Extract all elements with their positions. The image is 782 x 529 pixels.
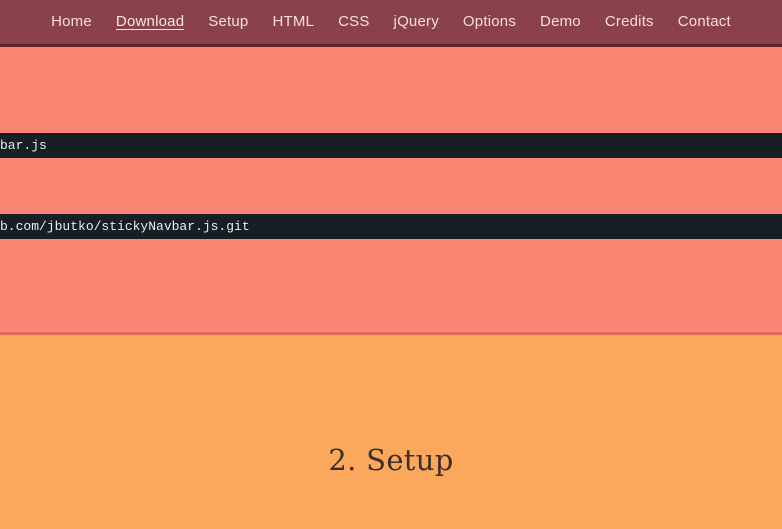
nav-link-css[interactable]: CSS [326,0,381,44]
nav-item-setup[interactable]: Setup [196,0,260,44]
nav-link-options[interactable]: Options [451,0,528,44]
sticky-navbar: Home Download Setup HTML CSS jQuery Opti… [0,0,782,47]
nav-item-credits[interactable]: Credits [593,0,666,44]
nav-link-download[interactable]: Download [104,0,196,44]
nav-item-download[interactable]: Download [104,0,196,44]
setup-section: 2. Setup [0,335,782,529]
nav-item-contact[interactable]: Contact [666,0,743,44]
nav-link-jquery[interactable]: jQuery [382,0,451,44]
nav-item-css[interactable]: CSS [326,0,381,44]
nav-link-home[interactable]: Home [39,0,104,44]
nav-item-jquery[interactable]: jQuery [382,0,451,44]
setup-heading: 2. Setup [0,443,782,477]
code-block-text: bar.js [0,133,782,158]
nav-link-setup[interactable]: Setup [196,0,260,44]
download-section: bar.js b.com/jbutko/stickyNavbar.js.git [0,47,782,335]
nav-item-home[interactable]: Home [39,0,104,44]
nav-item-demo[interactable]: Demo [528,0,593,44]
nav-item-options[interactable]: Options [451,0,528,44]
code-block-text: b.com/jbutko/stickyNavbar.js.git [0,214,782,239]
nav-link-credits[interactable]: Credits [593,0,666,44]
nav-link-contact[interactable]: Contact [666,0,743,44]
nav-link-html[interactable]: HTML [260,0,326,44]
code-block-download-file[interactable]: bar.js [0,133,782,158]
nav-list: Home Download Setup HTML CSS jQuery Opti… [0,0,782,44]
nav-item-html[interactable]: HTML [260,0,326,44]
nav-link-demo[interactable]: Demo [528,0,593,44]
code-block-git-clone[interactable]: b.com/jbutko/stickyNavbar.js.git [0,214,782,239]
